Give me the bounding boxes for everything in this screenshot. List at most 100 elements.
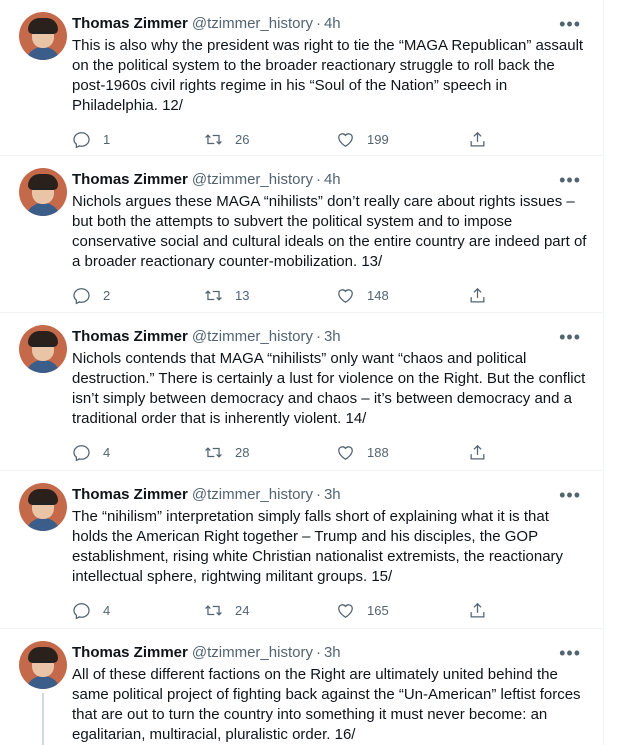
like-icon (338, 288, 353, 303)
tweet-actions: 2 13 148 (72, 276, 587, 314)
tweet-content: Thomas Zimmer @tzimmer_history · 4h ••• … (72, 12, 587, 155)
reply-count: 1 (103, 131, 111, 147)
share-button[interactable] (468, 601, 487, 620)
tweet-text: All of these different factions on the R… (72, 666, 581, 743)
tweet-text: Nichols contends that MAGA “nihilists” o… (72, 350, 586, 427)
share-button[interactable] (468, 130, 487, 149)
tweet-content: Thomas Zimmer @tzimmer_history · 3h ••• … (72, 325, 587, 470)
retweet-count: 28 (235, 444, 250, 460)
reply-button[interactable]: 4 (72, 601, 204, 620)
like-button[interactable]: 165 (336, 601, 468, 620)
author-name[interactable]: Thomas Zimmer (72, 485, 188, 505)
author-handle[interactable]: @tzimmer_history (192, 327, 313, 347)
reply-icon (73, 287, 90, 304)
tweet-text: The “nihilism” interpretation simply fal… (72, 508, 564, 585)
tweet[interactable]: Thomas Zimmer @tzimmer_history · 3h ••• … (0, 629, 603, 745)
author-handle[interactable]: @tzimmer_history (192, 485, 313, 505)
like-icon (338, 445, 353, 460)
reply-count: 4 (103, 602, 111, 618)
more-options-icon[interactable]: ••• (559, 486, 581, 504)
like-count: 148 (367, 287, 389, 303)
timestamp[interactable]: 3h (324, 643, 341, 663)
reply-icon (73, 602, 90, 619)
retweet-button[interactable]: 26 (204, 130, 336, 149)
like-icon (338, 132, 353, 147)
share-icon (470, 131, 485, 146)
tweet-actions: 4 28 188 (72, 433, 587, 471)
retweet-button[interactable]: 13 (204, 286, 336, 305)
retweet-count: 26 (235, 131, 250, 147)
tweet-header: Thomas Zimmer @tzimmer_history · 4h ••• (72, 14, 587, 34)
tweet[interactable]: Thomas Zimmer @tzimmer_history · 3h ••• … (0, 313, 603, 471)
author-handle[interactable]: @tzimmer_history (192, 170, 313, 190)
reply-count: 2 (103, 287, 111, 303)
separator-dot: · (315, 171, 321, 188)
tweet-actions: 1 26 199 (72, 120, 587, 158)
avatar[interactable] (19, 168, 67, 216)
share-button[interactable] (468, 286, 487, 305)
like-button[interactable]: 188 (336, 443, 468, 462)
tweet-content: Thomas Zimmer @tzimmer_history · 3h ••• … (72, 483, 587, 628)
avatar[interactable] (19, 641, 67, 689)
like-icon (338, 603, 353, 618)
tweet-header: Thomas Zimmer @tzimmer_history · 3h ••• (72, 485, 587, 505)
author-name[interactable]: Thomas Zimmer (72, 14, 188, 34)
tweet-gutter (16, 325, 72, 470)
separator-dot: · (315, 644, 321, 661)
tweet-header: Thomas Zimmer @tzimmer_history · 3h ••• (72, 643, 587, 663)
tweet-header: Thomas Zimmer @tzimmer_history · 4h ••• (72, 170, 587, 190)
tweet-header: Thomas Zimmer @tzimmer_history · 3h ••• (72, 327, 587, 347)
tweet-gutter (16, 641, 72, 745)
more-options-icon[interactable]: ••• (559, 328, 581, 346)
share-icon (470, 287, 485, 302)
tweet-text: This is also why the president was right… (72, 37, 584, 114)
tweet[interactable]: Thomas Zimmer @tzimmer_history · 4h ••• … (0, 156, 603, 313)
separator-dot: · (315, 328, 321, 345)
author-handle[interactable]: @tzimmer_history (192, 14, 313, 34)
tweet-text: Nichols argues these MAGA “nihilists” do… (72, 193, 587, 270)
reply-count: 4 (103, 444, 111, 460)
author-handle[interactable]: @tzimmer_history (192, 643, 313, 663)
separator-dot: · (315, 15, 321, 32)
author-name[interactable]: Thomas Zimmer (72, 327, 188, 347)
tweet-content: Thomas Zimmer @tzimmer_history · 3h ••• … (72, 641, 587, 745)
author-name[interactable]: Thomas Zimmer (72, 643, 188, 663)
more-options-icon[interactable]: ••• (559, 644, 581, 662)
author-name[interactable]: Thomas Zimmer (72, 170, 188, 190)
timestamp[interactable]: 4h (324, 170, 341, 190)
timestamp[interactable]: 3h (324, 327, 341, 347)
avatar[interactable] (19, 325, 67, 373)
reply-button[interactable]: 2 (72, 286, 204, 305)
retweet-icon (205, 289, 222, 301)
more-options-icon[interactable]: ••• (559, 15, 581, 33)
tweet[interactable]: Thomas Zimmer @tzimmer_history · 3h ••• … (0, 471, 603, 629)
like-button[interactable]: 148 (336, 286, 468, 305)
reply-button[interactable]: 4 (72, 443, 204, 462)
like-button[interactable]: 199 (336, 130, 468, 149)
retweet-count: 24 (235, 602, 250, 618)
share-button[interactable] (468, 443, 487, 462)
tweet[interactable]: Thomas Zimmer @tzimmer_history · 4h ••• … (0, 0, 603, 156)
retweet-button[interactable]: 28 (204, 443, 336, 462)
tweet-gutter (16, 12, 72, 155)
tweet-content: Thomas Zimmer @tzimmer_history · 4h ••• … (72, 168, 587, 312)
timestamp[interactable]: 3h (324, 485, 341, 505)
retweet-button[interactable]: 24 (204, 601, 336, 620)
retweet-icon (205, 133, 222, 145)
separator-dot: · (315, 486, 321, 503)
tweet-actions: 4 24 165 (72, 591, 587, 629)
reply-button[interactable]: 1 (72, 130, 204, 149)
more-options-icon[interactable]: ••• (559, 171, 581, 189)
like-count: 165 (367, 602, 389, 618)
tweet-gutter (16, 168, 72, 312)
share-icon (470, 444, 485, 459)
retweet-icon (205, 604, 222, 616)
reply-icon (73, 444, 90, 461)
thread-connector-line (42, 693, 44, 745)
timestamp[interactable]: 4h (324, 14, 341, 34)
share-icon (470, 602, 485, 617)
avatar[interactable] (19, 483, 67, 531)
like-count: 188 (367, 444, 389, 460)
avatar[interactable] (19, 12, 67, 60)
like-count: 199 (367, 131, 389, 147)
